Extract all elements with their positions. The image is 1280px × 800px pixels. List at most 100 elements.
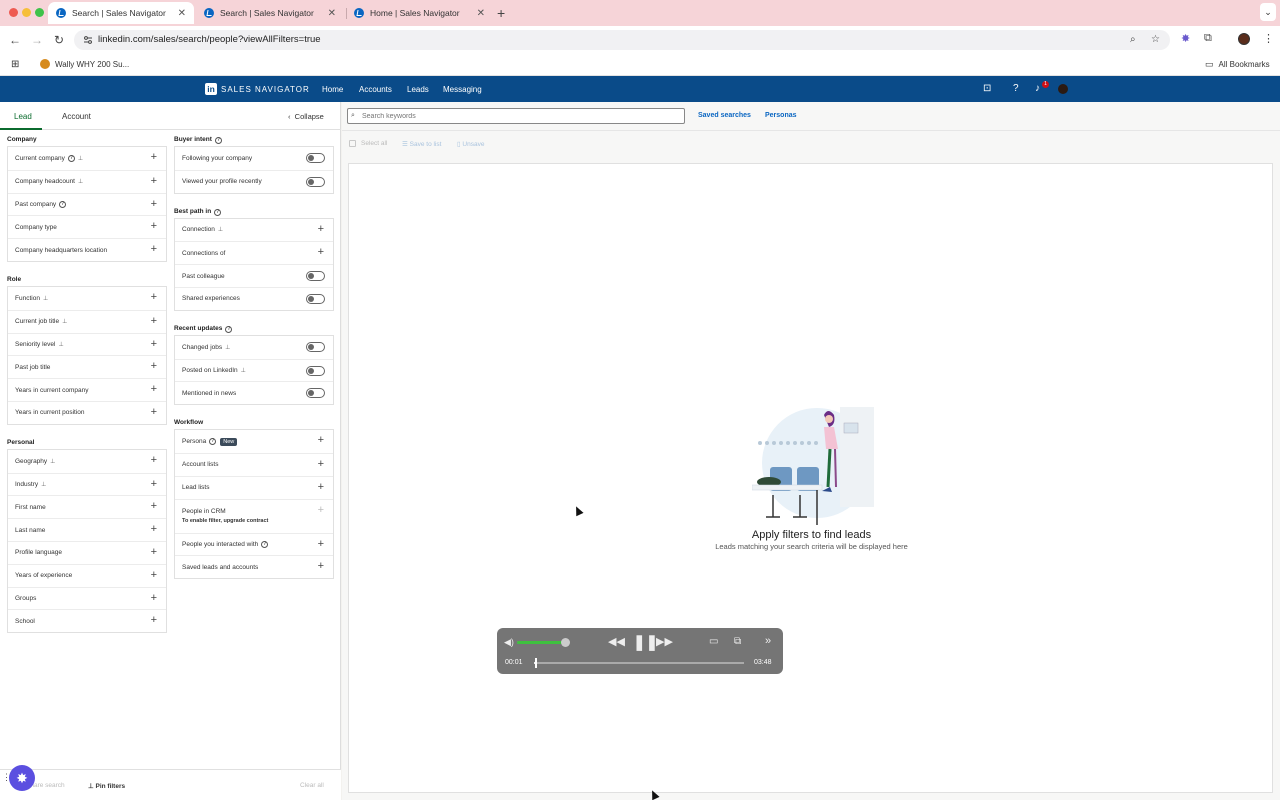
filter-row[interactable]: Years in current company +	[8, 378, 166, 401]
help-icon[interactable]: ?	[67, 154, 75, 162]
brand-name[interactable]: SALES NAVIGATOR	[221, 85, 310, 94]
add-filter-plus-icon[interactable]: +	[151, 592, 157, 604]
volume-icon[interactable]: ◀)	[504, 637, 514, 648]
pin-icon[interactable]: ⊥	[43, 295, 48, 302]
pin-icon[interactable]: ⊥	[50, 458, 55, 465]
clear-all-button[interactable]: Clear all	[300, 782, 324, 789]
help-icon[interactable]: ?	[1013, 83, 1019, 94]
filter-row[interactable]: Past company? +	[8, 192, 166, 216]
unsave-button[interactable]: ▯ Unsave	[457, 140, 484, 148]
filter-row[interactable]: Company headquarters location +	[8, 238, 166, 261]
filter-row[interactable]: Account lists +	[175, 452, 333, 476]
add-filter-plus-icon[interactable]: +	[151, 523, 157, 535]
nav-home[interactable]: Home	[322, 85, 343, 94]
filter-row[interactable]: People you interacted with? +	[175, 532, 333, 556]
add-filter-plus-icon[interactable]: +	[151, 569, 157, 581]
pin-icon[interactable]: ⊥	[225, 344, 230, 351]
tab-account[interactable]: Account	[62, 112, 91, 121]
window-minimize-button[interactable]	[22, 8, 31, 17]
browser-tab-2[interactable]: Search | Sales Navigator ✕	[196, 2, 344, 24]
pin-filters-button[interactable]: ⊥ Pin filters	[88, 782, 125, 790]
filter-row[interactable]: Past colleague	[175, 264, 333, 287]
add-filter-plus-icon[interactable]: +	[318, 223, 324, 235]
browser-tab-3[interactable]: Home | Sales Navigator ✕	[346, 2, 493, 24]
add-filter-plus-icon[interactable]: +	[318, 538, 324, 550]
filter-row[interactable]: Profile language +	[8, 540, 166, 564]
search-input[interactable]	[348, 109, 684, 123]
add-filter-plus-icon[interactable]: +	[318, 458, 324, 470]
select-all-checkbox[interactable]: Select all	[349, 140, 387, 147]
window-close-button[interactable]	[9, 8, 18, 17]
pin-icon[interactable]: ⊥	[78, 155, 83, 162]
add-filter-plus-icon[interactable]: +	[151, 546, 157, 558]
help-icon[interactable]: ?	[225, 325, 233, 333]
filter-row[interactable]: Connections of +	[175, 241, 333, 264]
add-filter-plus-icon[interactable]: +	[318, 560, 324, 572]
filter-row[interactable]: Last name +	[8, 518, 166, 541]
pin-icon[interactable]: ⊥	[78, 178, 83, 185]
filter-row[interactable]: Seniority level ⊥ +	[8, 332, 166, 356]
assistant-gear-button[interactable]: ✸	[9, 765, 35, 791]
nav-messaging[interactable]: Messaging	[443, 85, 482, 94]
filter-row[interactable]: Saved leads and accounts +	[175, 555, 333, 578]
filter-row[interactable]: Industry ⊥ +	[8, 472, 166, 496]
filter-toggle[interactable]	[306, 153, 325, 163]
filter-row[interactable]: School +	[8, 609, 166, 632]
filter-toggle[interactable]	[306, 293, 325, 304]
pin-icon[interactable]: ⊥	[62, 318, 67, 325]
new-tab-icon[interactable]: +	[497, 5, 505, 21]
add-filter-plus-icon[interactable]: +	[151, 315, 157, 327]
add-filter-plus-icon[interactable]: +	[151, 243, 157, 255]
add-filter-plus-icon[interactable]: +	[151, 175, 157, 187]
notification-bell-icon[interactable]: ♪	[1035, 83, 1040, 94]
filter-row[interactable]: Connection ⊥ +	[175, 219, 333, 242]
filter-row[interactable]: Lead lists +	[175, 475, 333, 499]
filter-row[interactable]: Current company? ⊥ +	[8, 147, 166, 170]
filter-row[interactable]: Company headcount ⊥ +	[8, 169, 166, 193]
linkedin-logo[interactable]: in	[205, 83, 217, 95]
add-filter-plus-icon[interactable]: +	[318, 246, 324, 258]
pause-icon[interactable]: ❚❚	[633, 633, 658, 651]
filter-toggle[interactable]	[306, 271, 325, 282]
site-settings-icon[interactable]	[83, 35, 93, 45]
filter-row[interactable]: Past job title +	[8, 355, 166, 378]
reload-icon[interactable]: ↻	[54, 32, 64, 48]
close-tab-icon[interactable]: ✕	[328, 8, 336, 19]
filter-toggle[interactable]	[306, 176, 325, 187]
back-arrow-icon[interactable]: ←	[9, 32, 21, 48]
bookmark-star-icon[interactable]: ☆	[1151, 34, 1160, 45]
filter-row[interactable]: Changed jobs ⊥	[175, 336, 333, 359]
filter-row[interactable]: Geography ⊥ +	[8, 450, 166, 473]
tab-search-chevron-icon[interactable]: ⌄	[1260, 3, 1276, 21]
filter-row[interactable]: Company type +	[8, 215, 166, 238]
pin-icon[interactable]: ⊥	[41, 481, 46, 488]
add-filter-plus-icon[interactable]: +	[151, 220, 157, 232]
browser-tab-1[interactable]: Search | Sales Navigator ✕	[48, 2, 194, 24]
pin-icon[interactable]: ⊥	[58, 341, 63, 348]
fast-forward-icon[interactable]: ▶▶	[656, 635, 673, 648]
add-filter-plus-icon[interactable]: +	[318, 504, 324, 516]
filter-toggle[interactable]	[306, 341, 325, 352]
zoom-icon[interactable]: ⌕	[1130, 34, 1136, 45]
add-filter-plus-icon[interactable]: +	[151, 500, 157, 512]
pin-icon[interactable]: ⊥	[241, 367, 246, 374]
filter-row[interactable]: Following your company	[175, 147, 333, 170]
filter-toggle[interactable]	[306, 365, 325, 376]
nav-accounts[interactable]: Accounts	[359, 85, 392, 94]
bookmark-wally[interactable]: Wally WHY 200 Su...	[40, 59, 129, 69]
rewind-icon[interactable]: ◀◀	[608, 635, 625, 648]
filter-row[interactable]: Years in current position +	[8, 400, 166, 424]
close-tab-icon[interactable]: ✕	[477, 8, 485, 19]
all-bookmarks[interactable]: ▭ All Bookmarks	[1205, 59, 1270, 70]
filter-row[interactable]: Viewed your profile recently	[175, 169, 333, 193]
close-tab-icon[interactable]: ✕	[178, 8, 186, 19]
apps-grid-icon[interactable]: ⊞	[11, 59, 19, 70]
add-filter-plus-icon[interactable]: +	[318, 481, 324, 493]
add-filter-plus-icon[interactable]: +	[151, 383, 157, 395]
filter-row[interactable]: Years of experience +	[8, 563, 166, 587]
help-icon[interactable]: ?	[209, 438, 217, 446]
filter-row[interactable]: Persona? New +	[175, 430, 333, 453]
personas-link[interactable]: Personas	[765, 112, 797, 119]
volume-knob[interactable]	[560, 638, 570, 647]
add-filter-plus-icon[interactable]: +	[151, 478, 157, 490]
